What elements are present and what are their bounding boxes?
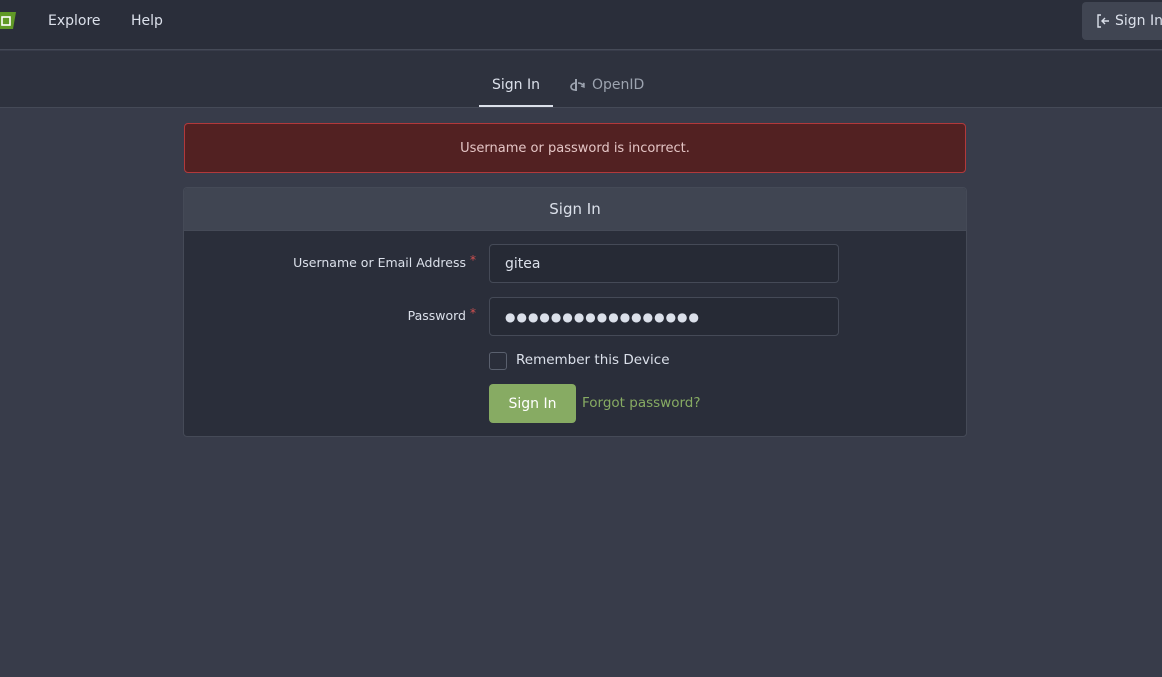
password-label: Password * — [407, 306, 476, 323]
remember-device-label[interactable]: Remember this Device — [516, 352, 670, 368]
remember-device-checkbox[interactable] — [489, 352, 507, 370]
nav-help-link[interactable]: Help — [131, 13, 163, 29]
tab-signin[interactable]: Sign In — [479, 77, 553, 107]
openid-icon — [570, 79, 585, 91]
username-input[interactable]: gitea — [489, 244, 839, 283]
username-label: Username or Email Address * — [293, 253, 476, 270]
required-marker: * — [470, 306, 476, 320]
password-input[interactable]: ●●●●●●●●●●●●●●●●● — [489, 297, 839, 336]
signin-card: Sign In Username or Email Address * gitea… — [183, 187, 967, 437]
nav-explore-link[interactable]: Explore — [48, 13, 101, 29]
navbar-signin-button[interactable]: Sign In — [1082, 2, 1162, 40]
error-alert: Username or password is incorrect. — [184, 123, 966, 173]
username-label-text: Username or Email Address — [293, 255, 466, 270]
top-navbar: Explore Help Sign In — [0, 0, 1162, 50]
forgot-password-link[interactable]: Forgot password? — [582, 395, 701, 411]
auth-tabs: Sign In OpenID — [0, 51, 1162, 108]
navbar-signin-label: Sign In — [1115, 13, 1162, 29]
signin-submit-button[interactable]: Sign In — [489, 384, 576, 423]
sign-in-icon — [1097, 14, 1109, 28]
gitea-logo-icon[interactable] — [0, 10, 17, 31]
tab-openid-label: OpenID — [592, 77, 645, 93]
required-marker: * — [470, 253, 476, 267]
signin-card-title: Sign In — [184, 188, 966, 231]
password-label-text: Password — [407, 308, 466, 323]
tab-openid[interactable]: OpenID — [569, 77, 644, 93]
